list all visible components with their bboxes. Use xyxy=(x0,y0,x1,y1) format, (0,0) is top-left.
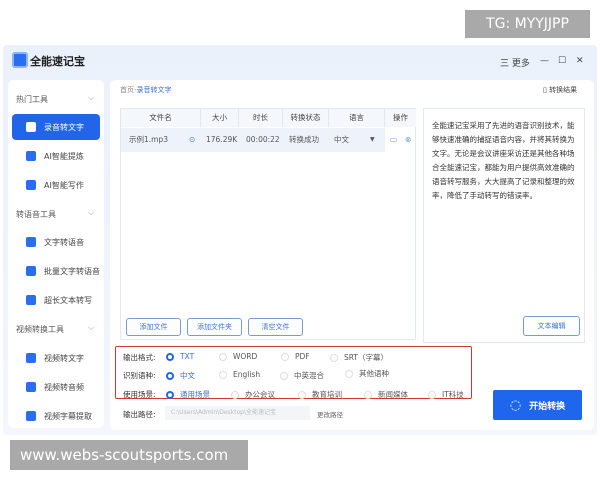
language-label: 识别语种: xyxy=(123,371,156,380)
app-logo-icon xyxy=(12,52,28,68)
long-text-icon xyxy=(26,295,36,305)
maximize-button[interactable]: ☐ xyxy=(558,56,566,66)
format-pdf-radio[interactable]: PDF xyxy=(281,352,310,361)
chevron-down-icon[interactable]: ⌵ xyxy=(88,93,94,103)
sidebar-item-video-to-audio[interactable]: 视频转音频 xyxy=(12,374,100,400)
sidebar-group-hot[interactable]: 热门工具 xyxy=(16,94,48,105)
tts-icon xyxy=(26,237,36,247)
scene-education-radio[interactable]: 教育培训 xyxy=(298,389,342,400)
sidebar-item-long-text[interactable]: 超长文本转写 xyxy=(12,287,100,313)
scene-news-radio[interactable]: 新闻媒体 xyxy=(364,389,408,400)
file-name: 示例1.mp3 xyxy=(129,135,168,144)
scene-it-radio[interactable]: IT科技 xyxy=(428,389,464,400)
watermark-top: TG: MYYJJPP xyxy=(465,10,590,38)
folder-icon[interactable]: ▭ xyxy=(390,129,397,151)
breadcrumb-home[interactable]: 首页 xyxy=(120,86,134,94)
batch-tts-icon xyxy=(26,266,36,276)
scene-label: 使用场景: xyxy=(123,390,156,399)
video-audio-icon xyxy=(26,382,36,392)
change-path-button[interactable]: 更改路径 xyxy=(317,409,343,419)
text-edit-button[interactable]: 文本编辑 xyxy=(523,316,580,336)
breadcrumb: 首页-录音转文字 xyxy=(120,86,172,94)
file-status: 转换成功 xyxy=(289,135,319,144)
col-actions: 操作 xyxy=(385,109,416,127)
format-label: 输出格式: xyxy=(123,353,156,362)
more-menu-button[interactable]: 三 更多 xyxy=(500,56,530,69)
chevron-down-icon[interactable]: ⌵ xyxy=(88,208,94,218)
scene-office-radio[interactable]: 办公会议 xyxy=(231,389,275,400)
play-icon[interactable]: ⊙ xyxy=(189,129,195,151)
output-path-label: 输出路径: xyxy=(123,410,156,419)
subtitle-icon xyxy=(26,411,36,421)
sidebar-item-subtitle-extract[interactable]: 视频字幕提取 xyxy=(12,403,100,429)
ai-write-icon xyxy=(26,180,36,190)
sidebar-group-video[interactable]: 视频转换工具 xyxy=(16,324,64,335)
remove-icon[interactable]: ⊗ xyxy=(405,129,411,151)
sidebar-item-ai-write[interactable]: AI智能写作 xyxy=(12,172,100,198)
language-select[interactable]: 中文 xyxy=(334,129,349,151)
audio-icon xyxy=(26,122,36,132)
sidebar-item-video-to-text[interactable]: 视频转文字 xyxy=(12,345,100,371)
output-path-input[interactable]: C:\Users\Admin\Desktop\全能速记宝 xyxy=(165,406,310,420)
sidebar-item-text-to-speech[interactable]: 文字转语音 xyxy=(12,229,100,255)
clear-files-button[interactable]: 清空文件 xyxy=(248,318,303,336)
add-folder-button[interactable]: 添加文件夹 xyxy=(187,318,242,336)
sidebar-item-audio-to-text[interactable]: 录音转文字 xyxy=(12,114,100,140)
ai-extract-icon xyxy=(26,151,36,161)
col-filename: 文件名 xyxy=(121,109,201,127)
watermark-bottom: www.webs-scoutsports.com xyxy=(10,440,248,470)
app-title: 全能速记宝 xyxy=(30,55,85,68)
waveform-icon: ◌ xyxy=(509,397,522,413)
breadcrumb-current: 录音转文字 xyxy=(136,86,172,94)
col-status: 转换状态 xyxy=(283,109,329,127)
close-button[interactable]: ✕ xyxy=(576,56,584,66)
sidebar-item-batch-tts[interactable]: 批量文字转语音 xyxy=(12,258,100,284)
col-duration: 时长 xyxy=(239,109,283,127)
sidebar-item-ai-extract[interactable]: AI智能提炼 xyxy=(12,143,100,169)
col-size: 大小 xyxy=(201,109,239,127)
sidebar-group-tts[interactable]: 转语音工具 xyxy=(16,209,56,220)
conversion-result-link[interactable]: ▯ 转换结果 xyxy=(543,85,577,95)
add-file-button[interactable]: 添加文件 xyxy=(126,318,181,336)
lang-mixed-radio[interactable]: 中英混合 xyxy=(280,370,324,381)
format-srt-radio[interactable]: SRT（字幕） xyxy=(330,352,388,363)
col-language: 语言 xyxy=(329,109,385,127)
format-txt-radio[interactable]: TXT xyxy=(166,352,194,361)
scene-general-radio[interactable]: 通用场景 xyxy=(166,389,210,400)
minimize-button[interactable]: — xyxy=(540,56,549,66)
file-table: 文件名 大小 时长 转换状态 语言 操作 示例1.mp3 ⊙ 176.29K 0… xyxy=(120,108,416,340)
file-size: 176.29K xyxy=(206,135,238,144)
caret-down-icon[interactable]: ▼ xyxy=(370,129,375,151)
chevron-down-icon[interactable]: ⌵ xyxy=(88,323,94,333)
start-convert-button[interactable]: ◌ 开始转换 xyxy=(493,390,582,420)
lang-chinese-radio[interactable]: 中文 xyxy=(166,370,195,381)
video-text-icon xyxy=(26,353,36,363)
description-text: 全能速记宝采用了先进的语音识别技术，能够快速准确的捕捉语音内容，并将其转换为文字… xyxy=(423,108,585,343)
lang-other-radio[interactable]: 其他语种 xyxy=(345,368,389,379)
file-duration: 00:00:22 xyxy=(246,135,280,144)
lang-english-radio[interactable]: English xyxy=(219,370,260,379)
format-word-radio[interactable]: WORD xyxy=(219,352,257,361)
